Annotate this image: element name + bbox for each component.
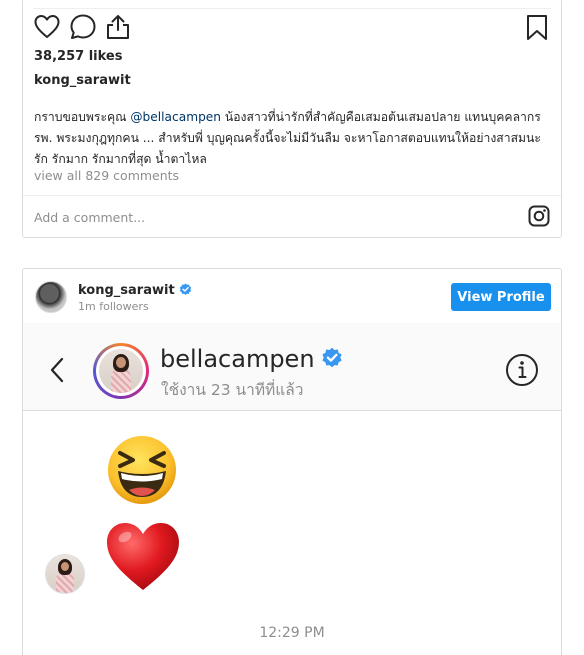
post-caption: กราบขอบพระคุณ @bellacampen น้องสาวที่น่า… (34, 107, 554, 170)
dm-contact-name: bellacampen (160, 345, 343, 373)
post-image: bellacampen ใช้งาน 23 นาทีที่แล้ว 12:29 … (23, 323, 561, 655)
divider (23, 195, 561, 196)
post-actions (33, 13, 551, 41)
caption-text: กราบขอบพระคุณ (34, 110, 131, 124)
instagram-icon[interactable] (528, 205, 550, 227)
verified-icon (179, 283, 191, 295)
story-ring[interactable] (93, 343, 149, 399)
info-icon[interactable] (505, 353, 539, 387)
mention-link[interactable]: @bellacampen (130, 110, 221, 124)
dm-header: bellacampen ใช้งาน 23 นาทีที่แล้ว (23, 323, 561, 411)
heart-icon[interactable] (33, 13, 61, 41)
username-text[interactable]: kong_sarawit (78, 283, 175, 298)
post-card: 38,257 likes kong_sarawit กราบขอบพระคุณ … (22, 0, 562, 238)
post-header-username[interactable]: kong_sarawit (78, 283, 192, 298)
follower-count: 1m followers (78, 300, 149, 313)
like-count[interactable]: 38,257 likes (34, 49, 122, 64)
verified-icon (321, 347, 342, 368)
comment-icon[interactable] (69, 13, 97, 41)
view-profile-button[interactable]: View Profile (451, 283, 551, 311)
avatar[interactable] (35, 281, 67, 313)
post-username[interactable]: kong_sarawit (34, 73, 131, 88)
message-timestamp: 12:29 PM (259, 625, 325, 641)
bookmark-icon[interactable] (523, 13, 551, 41)
embedded-post: kong_sarawit 1m followers View Profile b… (22, 268, 562, 655)
back-chevron-icon[interactable] (47, 355, 67, 385)
grinning-squinting-face-icon (108, 436, 176, 504)
share-icon[interactable] (104, 13, 132, 41)
view-comments-link[interactable]: view all 829 comments (34, 168, 179, 183)
activity-status: ใช้งาน 23 นาทีที่แล้ว (161, 381, 304, 399)
avatar (46, 555, 84, 593)
sender-avatar[interactable] (45, 554, 85, 594)
avatar (99, 349, 143, 393)
contact-name-text: bellacampen (160, 345, 315, 373)
add-comment-input[interactable]: Add a comment... (34, 210, 145, 225)
divider (33, 8, 551, 9)
red-heart-icon (107, 523, 179, 590)
